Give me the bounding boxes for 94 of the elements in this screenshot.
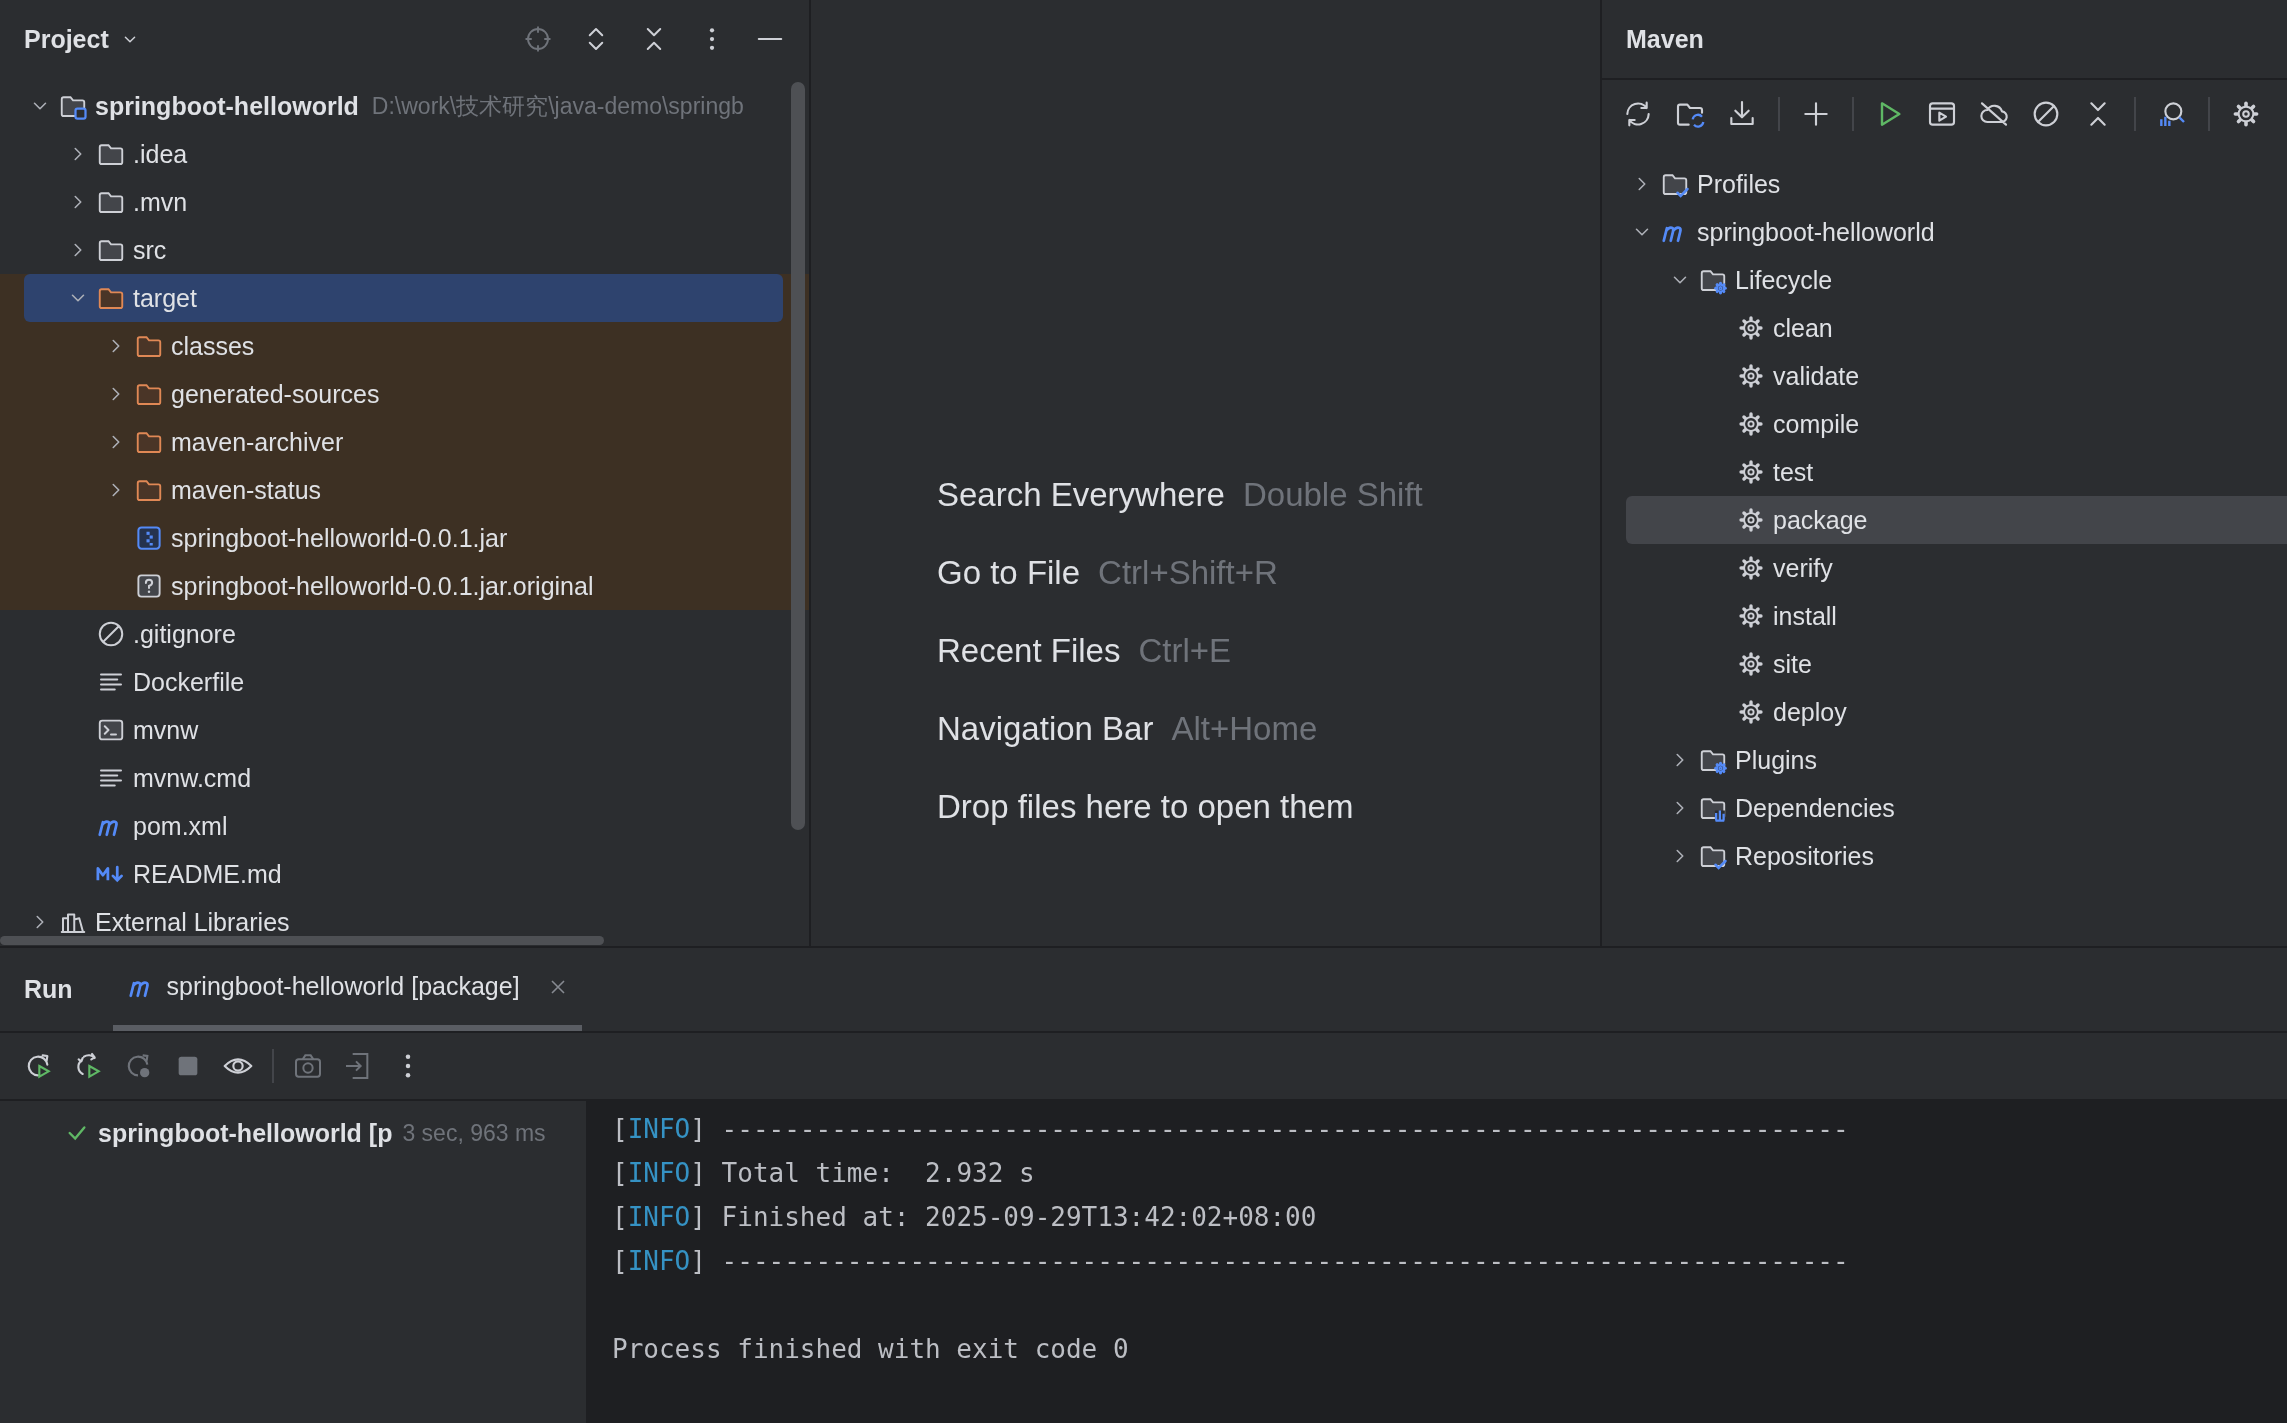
tree-item-label: Dependencies bbox=[1735, 793, 1895, 823]
tree-item-label: Plugins bbox=[1735, 745, 1817, 775]
scrollbar[interactable] bbox=[0, 936, 604, 945]
tree-item-label: validate bbox=[1773, 361, 1860, 391]
tree-item-label: compile bbox=[1773, 409, 1860, 439]
tree-item-label: mvnw bbox=[133, 715, 199, 745]
shortcut-label: Alt+Home bbox=[1171, 710, 1318, 748]
tree-item-label: springboot-helloworld-0.0.1.jar.original bbox=[171, 571, 594, 601]
hint-label: Drop files here to open them bbox=[937, 788, 1354, 826]
tree-item[interactable]: springboot-helloworld-0.0.1.jar bbox=[24, 514, 783, 562]
tree-item[interactable]: .gitignore bbox=[24, 610, 783, 658]
tree-item-label: Profiles bbox=[1697, 169, 1781, 199]
tree-item[interactable]: mvnw.cmd bbox=[24, 754, 783, 802]
console-line: [INFO] ------------------------------------------------------------------------ bbox=[612, 1245, 1850, 1278]
tree-item[interactable]: maven-archiver bbox=[24, 418, 783, 466]
hint-label: Go to File bbox=[937, 554, 1081, 592]
hint-label: Search Everywhere bbox=[937, 476, 1225, 514]
scrollbar[interactable] bbox=[791, 82, 805, 830]
tree-item[interactable]: .idea bbox=[24, 130, 783, 178]
tree-item[interactable]: test bbox=[1626, 448, 2287, 496]
tree-item-label: .mvn bbox=[133, 187, 188, 217]
ignore-icon bbox=[96, 619, 126, 649]
tree-item-label: .idea bbox=[133, 139, 188, 169]
tree-item[interactable]: package bbox=[1626, 496, 2287, 544]
tree-item[interactable]: springboot-helloworld bbox=[1626, 208, 2287, 256]
tree-item[interactable]: target bbox=[24, 274, 783, 322]
tree-item-label: classes bbox=[171, 331, 255, 361]
tree-item-label: External Libraries bbox=[95, 907, 290, 937]
tree-item-label: Lifecycle bbox=[1735, 265, 1833, 295]
tree-item[interactable]: deploy bbox=[1626, 688, 2287, 736]
tree-item-label: pom.xml bbox=[133, 811, 228, 841]
console-line: Process finished with exit code 0 bbox=[612, 1333, 1130, 1366]
tree-item[interactable]: src bbox=[24, 226, 783, 274]
run-duration: 3 sec, 963 ms bbox=[402, 1119, 546, 1147]
tree-item-label: target bbox=[133, 283, 197, 313]
tree-item[interactable]: pom.xml bbox=[24, 802, 783, 850]
panel-title: Run bbox=[24, 975, 73, 1004]
tree-item[interactable]: maven-status bbox=[24, 466, 783, 514]
tree-item[interactable]: compile bbox=[1626, 400, 2287, 448]
crosshair-icon[interactable] bbox=[523, 24, 553, 54]
shortcut-label: Ctrl+E bbox=[1138, 632, 1231, 670]
run-item[interactable]: springboot-helloworld [p 3 sec, 963 ms bbox=[0, 1111, 586, 1155]
hint-label: Recent Files bbox=[937, 632, 1121, 670]
tree-item-label: Repositories bbox=[1735, 841, 1874, 871]
tree-item[interactable]: Dependencies bbox=[1626, 784, 2287, 832]
tree-item-label: README.md bbox=[133, 859, 282, 889]
tree-item-label: mvnw.cmd bbox=[133, 763, 252, 793]
tree-item-label: deploy bbox=[1773, 697, 1847, 727]
tree-item-label: clean bbox=[1773, 313, 1833, 343]
tree-item-label: springboot-helloworld-0.0.1.jar bbox=[171, 523, 508, 553]
shortcut-label: Double Shift bbox=[1242, 476, 1423, 514]
console-line: [INFO] Total time: 2.932 s bbox=[612, 1157, 1036, 1190]
shortcut-label: Ctrl+Shift+R bbox=[1098, 554, 1278, 592]
tree-item[interactable]: clean bbox=[1626, 304, 2287, 352]
tree-item-label: src bbox=[133, 235, 167, 265]
panel-title[interactable]: Project bbox=[24, 24, 109, 54]
tree-item-label: site bbox=[1773, 649, 1812, 679]
tree-item-label: package bbox=[1773, 505, 1868, 535]
tree-item[interactable]: verify bbox=[1626, 544, 2287, 592]
hint-label: Navigation Bar bbox=[937, 710, 1154, 748]
tree-item[interactable]: generated-sources bbox=[24, 370, 783, 418]
tree-item[interactable]: External Libraries bbox=[24, 898, 783, 946]
tree-item-label: generated-sources bbox=[171, 379, 380, 409]
tree-item[interactable]: Lifecycle bbox=[1626, 256, 2287, 304]
tree-item[interactable]: Repositories bbox=[1626, 832, 2287, 880]
tree-item-label: Dockerfile bbox=[133, 667, 245, 697]
tree-item[interactable]: site bbox=[1626, 640, 2287, 688]
tree-item[interactable]: Profiles bbox=[1626, 160, 2287, 208]
tree-item[interactable]: springboot-helloworld D:\work\技术研究\java-demo\springb bbox=[24, 82, 783, 130]
project-path: D:\work\技术研究\java-demo\springb bbox=[371, 91, 744, 121]
tree-item[interactable]: mvnw bbox=[24, 706, 783, 754]
tree-item[interactable]: Dockerfile bbox=[24, 658, 783, 706]
console-line: [INFO] Finished at: 2025-09-29T13:42:02+08:00 bbox=[612, 1201, 1318, 1234]
tree-item[interactable]: install bbox=[1626, 592, 2287, 640]
tree-item-label: springboot-helloworld bbox=[95, 91, 359, 121]
tree-item-label: .gitignore bbox=[133, 619, 236, 649]
tree-item[interactable]: Plugins bbox=[1626, 736, 2287, 784]
tree-item[interactable]: springboot-helloworld-0.0.1.jar.original bbox=[24, 562, 783, 610]
tree-item[interactable]: classes bbox=[24, 322, 783, 370]
tree-item[interactable]: .mvn bbox=[24, 178, 783, 226]
unknown-file-icon bbox=[134, 571, 164, 601]
tree-item-label: test bbox=[1773, 457, 1814, 487]
archive-icon bbox=[134, 523, 164, 553]
tree-item[interactable]: README.md bbox=[24, 850, 783, 898]
console-line: [INFO] ------------------------------------------------------------------------ bbox=[612, 1113, 1850, 1146]
run-tab[interactable]: springboot-helloworld [package] bbox=[112, 948, 582, 1031]
run-label: springboot-helloworld [p bbox=[98, 1118, 393, 1148]
tree-item-label: maven-archiver bbox=[171, 427, 344, 457]
tree-item-label: springboot-helloworld bbox=[1697, 217, 1935, 247]
tree-item-label: install bbox=[1773, 601, 1837, 631]
panel-title: Maven bbox=[1626, 24, 1704, 54]
tree-item[interactable]: validate bbox=[1626, 352, 2287, 400]
tree-item-label: maven-status bbox=[171, 475, 322, 505]
tree-item-label: verify bbox=[1773, 553, 1833, 583]
